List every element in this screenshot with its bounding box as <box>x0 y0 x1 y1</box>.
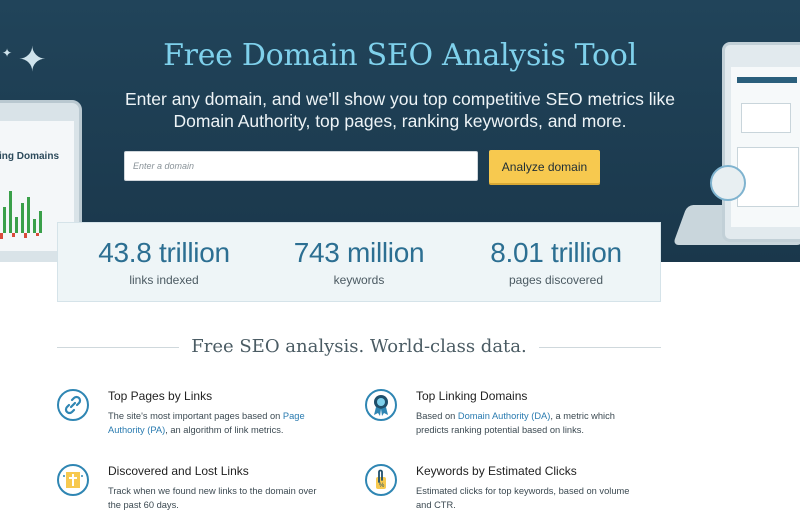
domain-authority-link[interactable]: Domain Authority (DA) <box>458 411 550 421</box>
feature-title: Keywords by Estimated Clicks <box>416 464 577 478</box>
desc-text: The site's most important pages based on <box>108 411 283 421</box>
stat-value: 8.01 trillion <box>490 237 622 268</box>
feature-description: Track when we found new links to the dom… <box>108 484 323 512</box>
analyze-domain-button[interactable]: Analyze domain <box>489 150 600 183</box>
feature-title: Top Linking Domains <box>416 389 528 403</box>
feature-description: Based on Domain Authority (DA), a metric… <box>416 409 631 437</box>
hero-subtitle: Enter any domain, and we'll show you top… <box>125 89 675 131</box>
stat-value: 43.8 trillion <box>98 237 230 268</box>
desc-text: Estimated clicks for top keywords, based… <box>416 486 630 510</box>
desc-text: Track when we found new links to the dom… <box>108 486 317 510</box>
calendar-links-icon <box>57 464 89 496</box>
magnifier-badge-icon <box>710 165 746 201</box>
stat-value: 743 million <box>293 237 425 268</box>
section-heading-wrap: Free SEO analysis. World-class data. <box>57 336 661 360</box>
illustration-label: ing Domains <box>0 151 60 162</box>
feature-title: Top Pages by Links <box>108 389 213 403</box>
stat-label: links indexed <box>129 273 199 287</box>
device-screen <box>731 67 800 227</box>
stat-label: keywords <box>333 273 385 287</box>
feature-title: Discovered and Lost Links <box>108 464 249 478</box>
desc-text: Based on <box>416 411 458 421</box>
desc-text: , an algorithm of link metrics. <box>165 425 284 435</box>
stat-pages-discovered: 8.01 trillion pages discovered <box>456 223 656 287</box>
stats-panel: 43.8 trillion links indexed 743 million … <box>57 222 661 302</box>
svg-text:%: % <box>379 483 385 489</box>
section-heading-text: Free SEO analysis. World-class data. <box>179 336 539 357</box>
stat-label: pages discovered <box>508 273 604 287</box>
award-ribbon-icon <box>365 389 397 421</box>
stat-links-indexed: 43.8 trillion links indexed <box>64 223 264 287</box>
feature-description: Estimated clicks for top keywords, based… <box>416 484 631 512</box>
bar-chart-icon <box>0 191 42 239</box>
stat-keywords: 743 million keywords <box>259 223 459 287</box>
feature-description: The site's most important pages based on… <box>108 409 323 437</box>
section-heading: Free SEO analysis. World-class data. <box>57 336 661 357</box>
cursor-click-icon: % <box>365 464 397 496</box>
domain-input[interactable] <box>124 151 478 181</box>
link-icon <box>57 389 89 421</box>
page-title: Free Domain SEO Analysis Tool <box>163 38 637 73</box>
